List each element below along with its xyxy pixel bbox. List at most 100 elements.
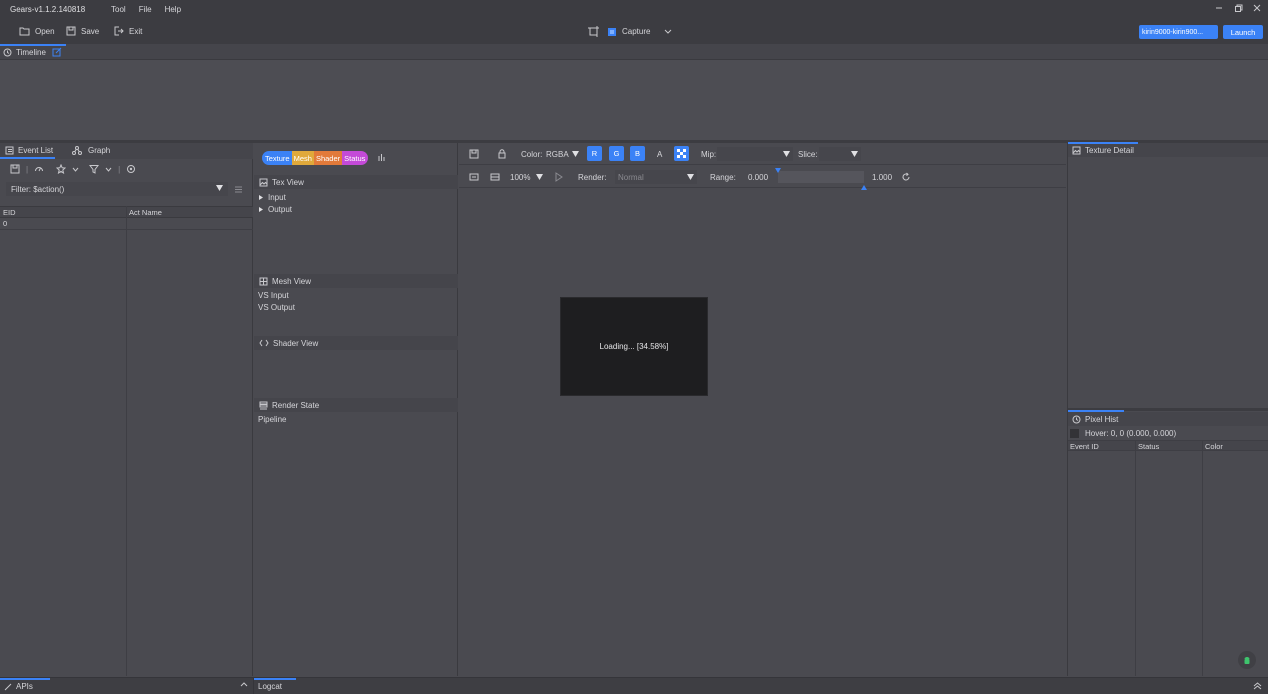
col-event-id[interactable]: Event ID [1070, 442, 1099, 451]
window-controls [1214, 3, 1262, 13]
target-icon[interactable] [126, 164, 136, 174]
timeline-label: Timeline [16, 47, 46, 57]
caret-down-icon[interactable] [215, 184, 224, 192]
save-button[interactable]: Save [66, 26, 99, 36]
exit-icon [114, 26, 124, 36]
menu-file[interactable]: File [139, 5, 152, 14]
gauge-icon[interactable] [34, 164, 44, 174]
chevron-down-icon[interactable] [105, 167, 112, 172]
chevron-up-icon[interactable] [240, 681, 248, 687]
layers-icon [259, 401, 268, 410]
menu-tool[interactable]: Tool [111, 5, 126, 14]
refresh-icon[interactable] [901, 172, 911, 182]
tab-graph[interactable]: Graph [72, 146, 110, 155]
vs-output-item[interactable]: VS Output [258, 303, 295, 312]
zoom-select[interactable]: 100% [510, 173, 530, 182]
checkerboard-icon [676, 148, 687, 159]
pill-shader[interactable]: Shader [313, 151, 343, 165]
filter-text: Filter: $action() [11, 184, 65, 194]
capture-group: Capture [588, 26, 672, 37]
device-select[interactable]: kirin9000-kirin900... [1139, 25, 1218, 39]
hover-text: Hover: 0, 0 (0.000, 0.000) [1085, 428, 1177, 438]
checkerboard-toggle[interactable] [674, 146, 689, 161]
launch-button[interactable]: Launch [1223, 25, 1263, 39]
open-button[interactable]: Open [19, 26, 55, 36]
range-slider[interactable] [775, 168, 867, 190]
graph-label: Graph [88, 146, 111, 155]
channel-r-toggle[interactable]: R [587, 146, 602, 161]
pixel-hist-header[interactable]: Pixel Hist [1068, 412, 1268, 426]
double-chevron-up-icon[interactable] [1253, 681, 1262, 690]
exit-button[interactable]: Exit [114, 26, 142, 36]
code-icon [259, 339, 269, 347]
channel-a-toggle[interactable]: A [657, 150, 662, 159]
capture-button[interactable]: Capture [607, 27, 650, 37]
mip-select[interactable] [717, 147, 793, 161]
channel-g-toggle[interactable]: G [609, 146, 624, 161]
edit-icon[interactable] [52, 47, 62, 57]
tex-output-item[interactable]: Output [258, 205, 292, 214]
history-icon [1072, 415, 1081, 424]
pipeline-item[interactable]: Pipeline [258, 415, 286, 424]
tab-logcat[interactable]: Logcat [258, 682, 282, 691]
tex-input-item[interactable]: Input [258, 193, 286, 202]
grid-icon [259, 277, 268, 286]
pill-texture[interactable]: Texture [262, 151, 292, 165]
bottom-divider [253, 678, 254, 694]
col-eid[interactable]: EID [3, 208, 16, 217]
chevron-down-icon[interactable] [664, 29, 672, 35]
tab-event-list[interactable]: Event List [5, 146, 53, 155]
texture-viewer: Color: RGBA R G B A Mip: Slice: 100% Ren… [459, 143, 1066, 676]
vs-input-item[interactable]: VS Input [258, 291, 289, 300]
col-color[interactable]: Color [1205, 442, 1223, 451]
list-icon [5, 146, 14, 155]
pipeline-label: Pipeline [258, 415, 287, 424]
render-state-header[interactable]: Render State [254, 398, 458, 412]
save-icon[interactable] [469, 149, 479, 159]
lock-icon[interactable] [497, 149, 507, 159]
flip-icon[interactable] [555, 172, 563, 182]
col-act-name[interactable]: Act Name [129, 208, 162, 217]
render-select[interactable]: Normal [615, 170, 697, 184]
actual-size-icon[interactable] [490, 172, 500, 182]
range-min[interactable]: 0.000 [748, 173, 768, 182]
mesh-view-header[interactable]: Mesh View [254, 274, 458, 288]
hover-color-swatch [1070, 428, 1079, 438]
range-max-handle[interactable] [861, 183, 867, 192]
columns-icon[interactable] [234, 185, 243, 194]
minimize-icon[interactable] [1214, 3, 1224, 13]
range-min-handle[interactable] [775, 166, 781, 175]
texture-detail-title: Texture Detail [1085, 145, 1134, 155]
col-status[interactable]: Status [1138, 442, 1159, 451]
save-icon[interactable] [10, 164, 20, 174]
channel-b-toggle[interactable]: B [630, 146, 645, 161]
bar-chart-icon[interactable] [377, 153, 386, 162]
vs-input-label: VS Input [258, 291, 289, 300]
screenshot-icon[interactable] [588, 26, 599, 37]
filter-icon[interactable] [89, 164, 100, 174]
pill-mesh[interactable]: Mesh [291, 151, 314, 165]
range-max[interactable]: 1.000 [872, 173, 892, 182]
pill-status[interactable]: Status [342, 151, 369, 165]
slice-select[interactable] [819, 147, 861, 161]
restore-icon[interactable] [1233, 3, 1243, 13]
fit-icon[interactable] [469, 172, 479, 182]
tab-timeline[interactable]: Timeline [3, 47, 62, 57]
chevron-down-icon[interactable] [72, 167, 79, 172]
tex-view-header[interactable]: Tex View [254, 175, 458, 189]
loading-text: Loading... [34.58%] [599, 342, 669, 351]
color-select[interactable]: RGBA [546, 150, 569, 159]
star-icon[interactable] [56, 164, 67, 174]
texture-detail-header[interactable]: Texture Detail [1068, 143, 1268, 157]
detail-panel: Texture Detail Pixel Hist Hover: 0, 0 (0… [1067, 142, 1268, 676]
close-icon[interactable] [1252, 3, 1262, 13]
menu-help[interactable]: Help [165, 5, 181, 14]
tab-apis[interactable]: APIs [4, 682, 33, 691]
caret-down-icon[interactable] [535, 173, 544, 181]
device-button[interactable] [1238, 651, 1256, 669]
timeline-area[interactable] [0, 60, 1268, 140]
caret-down-icon[interactable] [571, 150, 580, 158]
shader-view-header[interactable]: Shader View [254, 336, 458, 350]
event-filter-input[interactable]: Filter: $action() [6, 182, 228, 196]
mesh-view-title: Mesh View [272, 276, 311, 286]
